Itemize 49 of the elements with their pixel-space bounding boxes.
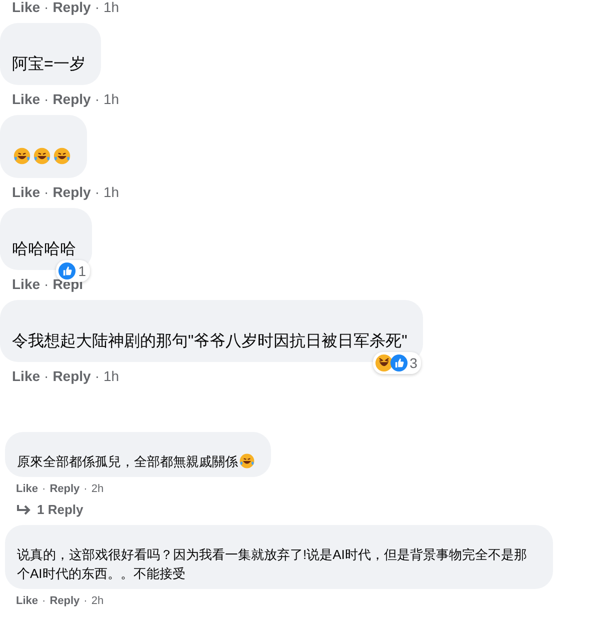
comment-text: 哈哈哈哈 (12, 241, 76, 258)
reply-link[interactable]: Reply (52, 368, 91, 384)
thumbs-up-icon (390, 354, 408, 372)
separator-dot: · (84, 595, 88, 607)
laughing-emoji-icon (374, 354, 393, 372)
like-link[interactable]: Like (12, 184, 40, 200)
laughing-tears-emoji-icon (33, 147, 51, 165)
reaction-count: 3 (410, 355, 418, 371)
like-link[interactable]: Like (12, 0, 40, 15)
reply-link[interactable]: Reply (52, 184, 91, 200)
like-link[interactable]: Like (12, 91, 40, 107)
separator-dot: · (44, 184, 49, 200)
comment-text: 令我想起大陆神剧的那句"爷爷八岁时因抗日被日军杀死" (12, 333, 408, 350)
separator-dot: · (44, 91, 49, 107)
laughing-tears-emoji-icon (239, 453, 255, 469)
reply-link[interactable]: Reply (52, 0, 91, 15)
separator-dot: · (42, 595, 46, 607)
reply-link[interactable]: Reply (50, 595, 80, 607)
comment-text: 说真的，这部戏很好看吗？因为我看一集就放弃了!说是AI时代，但是背景事物完全不是那个AI时代的东西。。不能接受 (17, 547, 527, 581)
comment-time: 1h (103, 91, 120, 107)
reaction-summary[interactable]: 3 (372, 352, 422, 374)
comment-time: 1h (103, 184, 120, 200)
separator-dot: · (94, 0, 100, 15)
comment-time: 1h (103, 368, 120, 384)
reaction-count: 1 (78, 263, 86, 279)
like-link[interactable]: Like (12, 368, 40, 384)
separator-dot: · (44, 276, 49, 292)
comment-text: 原來全部都係孤兒，全部都無親戚關係 (17, 454, 238, 469)
reply-link[interactable]: Reply (52, 91, 91, 107)
like-link[interactable]: Like (12, 276, 40, 292)
comment-time: 2h (91, 483, 104, 495)
view-replies-link[interactable]: 1 Reply (16, 502, 84, 517)
laughing-tears-emoji-icon (13, 147, 31, 165)
laughing-tears-emoji-icon (53, 147, 71, 165)
separator-dot: · (94, 184, 100, 200)
separator-dot: · (44, 368, 49, 384)
reply-link[interactable]: Reply (50, 483, 80, 495)
like-link[interactable]: Like (16, 595, 38, 607)
comment-time: 2h (91, 595, 104, 607)
comment-text: 阿宝=一岁 (12, 56, 86, 73)
thumbs-up-icon (58, 262, 76, 280)
like-link[interactable]: Like (16, 483, 38, 495)
comment-time: 1h (103, 0, 120, 15)
separator-dot: · (42, 483, 46, 495)
reply-arrow-icon (16, 504, 32, 516)
separator-dot: · (84, 483, 88, 495)
separator-dot: · (94, 368, 100, 384)
separator-dot: · (44, 0, 49, 15)
separator-dot: · (94, 91, 100, 107)
